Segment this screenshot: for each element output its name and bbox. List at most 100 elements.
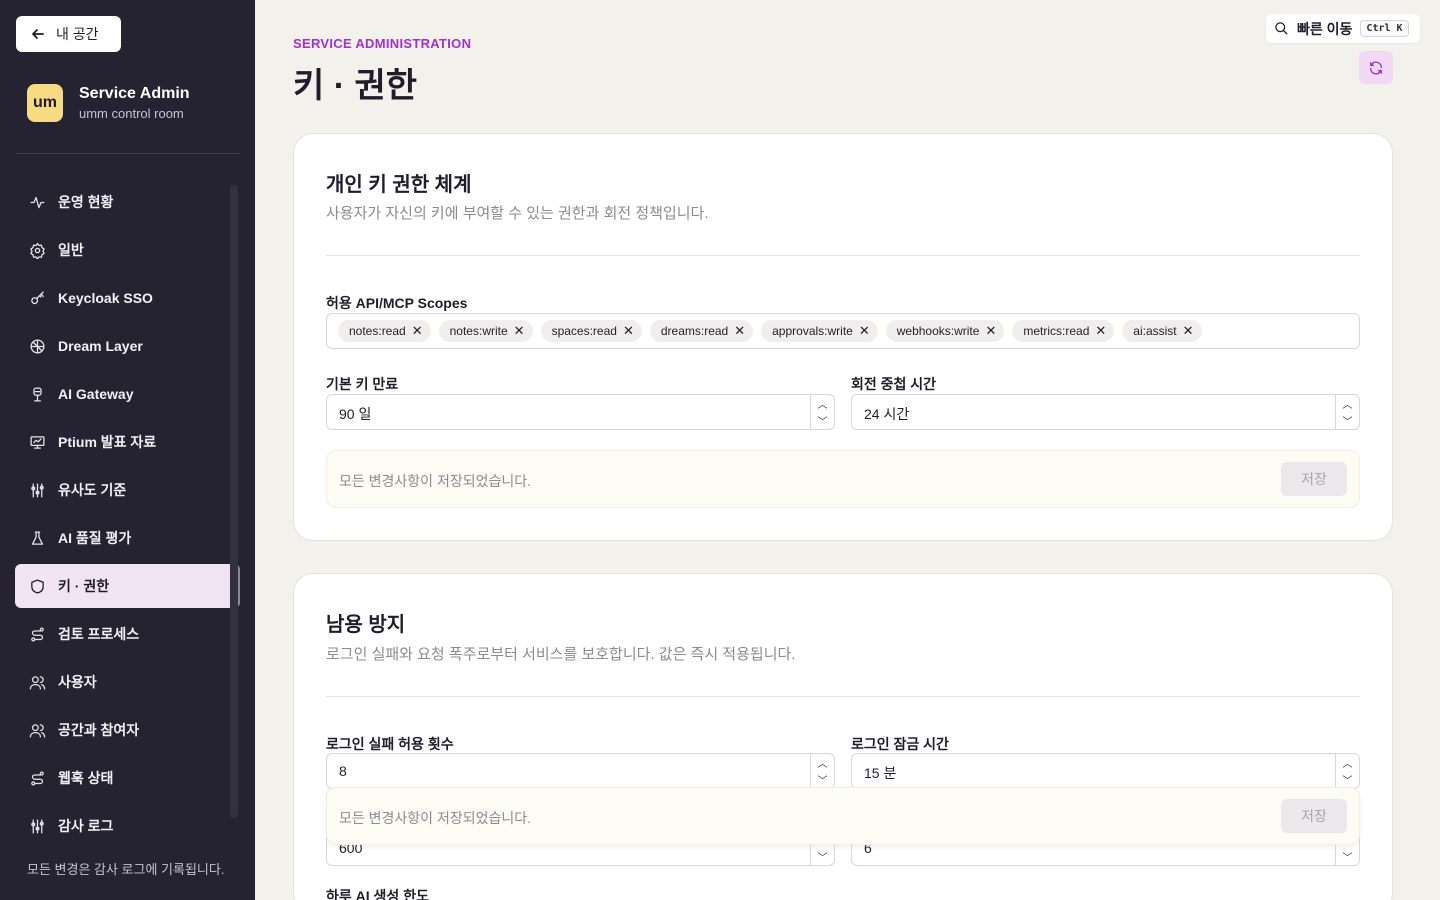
expiry-value: 90 일 — [339, 406, 372, 422]
login-fail-stepper[interactable]: ︿ ﹀ — [810, 754, 834, 788]
brand-title: Service Admin — [79, 85, 190, 102]
quick-nav-label: 빠른 이동 — [1297, 20, 1353, 37]
sidebar-item-ai-quality[interactable]: AI 품질 평가 — [15, 516, 240, 560]
sidebar-item-label: 웹훅 상태 — [58, 770, 114, 786]
remove-scope-icon[interactable]: ✕ — [985, 323, 996, 339]
sidebar-item-label: 유사도 기준 — [58, 482, 127, 498]
sticky-save-bar: 모든 변경사항이 저장되었습니다. 저장 — [326, 787, 1360, 845]
sidebar-item-label: Ptium 발표 자료 — [58, 434, 157, 450]
presentation-icon — [30, 435, 45, 449]
sidebar-item-keycloak[interactable]: Keycloak SSO — [15, 276, 240, 320]
users-icon — [29, 675, 46, 690]
chevron-down-icon[interactable]: ﹀ — [818, 849, 828, 864]
scope-tag: notes:write ✕ — [438, 320, 533, 342]
arrow-left-icon — [32, 29, 44, 39]
sidebar-scrollbar[interactable] — [230, 185, 238, 818]
lock-time-label: 로그인 잠금 시간 — [851, 736, 949, 752]
chevron-down-icon[interactable]: ﹀ — [1343, 413, 1353, 428]
sidebar-item-status[interactable]: 운영 현황 — [15, 180, 240, 224]
sidebar-item-webhooks[interactable]: 웹훅 상태 — [15, 756, 240, 800]
scope-tag: ai:assist ✕ — [1122, 320, 1202, 342]
chevron-down-icon[interactable]: ﹀ — [1343, 849, 1353, 864]
sidebar-item-similarity[interactable]: 유사도 기준 — [15, 468, 240, 512]
back-button-label: 내 공간 — [56, 26, 99, 42]
flask-icon — [31, 530, 44, 545]
remove-scope-icon[interactable]: ✕ — [1183, 323, 1194, 339]
login-fail-input[interactable]: 8 ︿ ﹀ — [326, 753, 835, 789]
scope-tag-label: dreams:read — [660, 324, 729, 338]
sidebar-item-users[interactable]: 사용자 — [15, 660, 240, 704]
key-permissions-card: 개인 키 권한 체계 사용자가 자신의 키에 부여할 수 있는 권한과 회전 정… — [293, 133, 1393, 541]
page-eyebrow: SERVICE ADMINISTRATION — [293, 36, 472, 51]
overlap-value: 24 시간 — [864, 406, 910, 422]
overlap-stepper[interactable]: ︿ ﹀ — [1335, 395, 1359, 429]
save-status: 모든 변경사항이 저장되었습니다. — [339, 810, 531, 826]
sidebar-item-label: AI 품질 평가 — [58, 530, 132, 546]
sidebar-item-ptium[interactable]: Ptium 발표 자료 — [15, 420, 240, 464]
scope-tag: spaces:read ✕ — [540, 320, 642, 342]
card-divider — [326, 696, 1360, 697]
sidebar: 내 공간 um Service Admin umm control room 운… — [0, 0, 255, 900]
overlap-label: 회전 중첩 시간 — [851, 376, 937, 392]
sidebar-nav: 운영 현황 일반 Keycloak SSO Dream Layer AI Gat… — [15, 180, 240, 852]
expiry-label: 기본 키 만료 — [326, 376, 399, 392]
scopes-label: 허용 API/MCP Scopes — [326, 295, 468, 311]
sidebar-item-label: AI Gateway — [58, 386, 134, 402]
card-title: 남용 방지 — [326, 614, 406, 636]
scope-tag-label: approvals:write — [772, 324, 853, 338]
sidebar-item-audit-log[interactable]: 감사 로그 — [15, 804, 240, 848]
expiry-input[interactable]: 90 일 ︿ ﹀ — [326, 394, 835, 430]
remove-scope-icon[interactable]: ✕ — [734, 323, 745, 339]
remove-scope-icon[interactable]: ✕ — [412, 323, 423, 339]
sidebar-item-general[interactable]: 일반 — [15, 228, 240, 272]
sidebar-item-label: Dream Layer — [58, 338, 143, 354]
refresh-button[interactable] — [1359, 51, 1393, 84]
expiry-stepper[interactable]: ︿ ﹀ — [810, 395, 834, 429]
overlap-input[interactable]: 24 시간 ︿ ﹀ — [851, 394, 1360, 430]
key-icon — [31, 290, 44, 304]
sidebar-item-dream-layer[interactable]: Dream Layer — [15, 324, 240, 368]
brand: um Service Admin umm control room — [27, 84, 190, 122]
gear-icon — [30, 242, 45, 259]
sidebar-item-label: 사용자 — [58, 674, 97, 690]
scope-tag: notes:read ✕ — [338, 320, 431, 342]
chevron-down-icon[interactable]: ﹀ — [818, 772, 828, 787]
remove-scope-icon[interactable]: ✕ — [623, 323, 634, 339]
chevron-up-icon[interactable]: ︿ — [1343, 396, 1353, 411]
layers-icon — [30, 338, 45, 354]
save-bar: 모든 변경사항이 저장되었습니다. 저장 — [326, 450, 1360, 508]
chevron-up-icon[interactable]: ︿ — [818, 755, 828, 770]
lock-time-stepper[interactable]: ︿ ﹀ — [1335, 754, 1359, 788]
route-icon — [31, 626, 44, 642]
quick-nav-shortcut: Ctrl K — [1360, 20, 1409, 37]
sidebar-item-review-process[interactable]: 검토 프로세스 — [15, 612, 240, 656]
remove-scope-icon[interactable]: ✕ — [1095, 323, 1106, 339]
scope-tag: dreams:read ✕ — [649, 320, 754, 342]
back-to-my-space-button[interactable]: 내 공간 — [16, 16, 121, 52]
lock-time-input[interactable]: 15 분 ︿ ﹀ — [851, 753, 1360, 789]
save-status: 모든 변경사항이 저장되었습니다. — [339, 473, 531, 489]
save-button[interactable]: 저장 — [1281, 462, 1347, 496]
card-description: 사용자가 자신의 키에 부여할 수 있는 권한과 회전 정책입니다. — [326, 205, 709, 222]
scope-tag: approvals:write ✕ — [761, 320, 878, 342]
chevron-down-icon[interactable]: ﹀ — [818, 413, 828, 428]
chevron-up-icon[interactable]: ︿ — [1343, 755, 1353, 770]
shield-icon — [31, 578, 44, 594]
sidebar-item-spaces[interactable]: 공간과 참여자 — [15, 708, 240, 752]
sidebar-item-label: Keycloak SSO — [58, 290, 153, 306]
sidebar-item-label: 운영 현황 — [58, 194, 114, 210]
chevron-down-icon[interactable]: ﹀ — [1343, 772, 1353, 787]
quick-nav-button[interactable]: 빠른 이동 Ctrl K — [1266, 14, 1420, 43]
gateway-icon — [33, 386, 42, 402]
users-icon — [29, 723, 46, 738]
chevron-up-icon[interactable]: ︿ — [818, 396, 828, 411]
search-icon — [1275, 22, 1288, 35]
scope-tag-label: notes:read — [349, 324, 406, 338]
sidebar-item-keys-permissions[interactable]: 키 · 권한 — [15, 564, 240, 608]
remove-scope-icon[interactable]: ✕ — [514, 323, 525, 339]
save-button[interactable]: 저장 — [1281, 799, 1347, 833]
scope-tag: webhooks:write ✕ — [885, 320, 1005, 342]
sidebar-item-ai-gateway[interactable]: AI Gateway — [15, 372, 240, 416]
scopes-input[interactable]: notes:read ✕ notes:write ✕ spaces:read ✕ dr… — [326, 313, 1360, 349]
remove-scope-icon[interactable]: ✕ — [859, 323, 870, 339]
